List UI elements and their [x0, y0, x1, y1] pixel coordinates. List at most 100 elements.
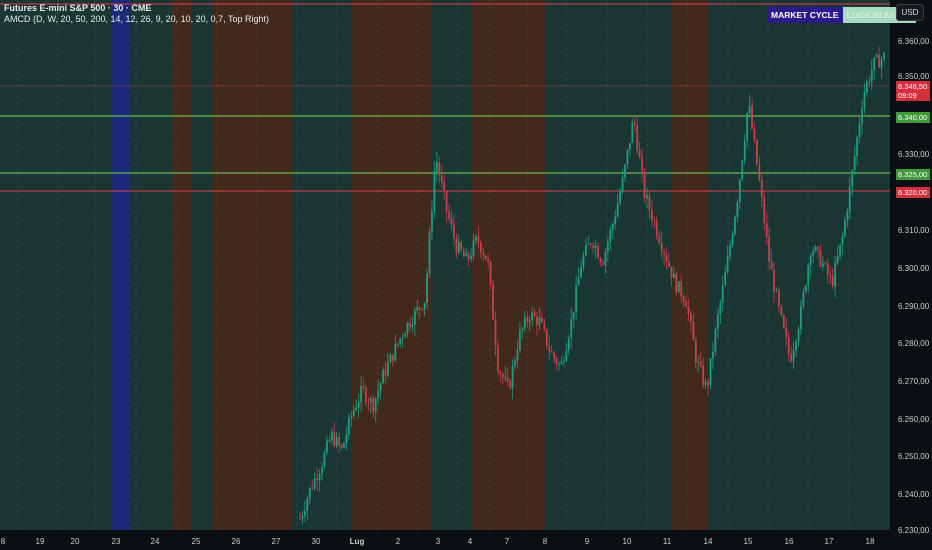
candle-body — [778, 290, 780, 306]
candle-body — [582, 255, 585, 268]
candle-body — [729, 245, 731, 257]
candle-body — [494, 319, 497, 346]
candle-body — [709, 358, 712, 385]
candle-body — [726, 256, 729, 273]
candle-body — [355, 407, 358, 410]
candle-body — [311, 487, 314, 489]
candle-body — [404, 333, 406, 338]
price-label: 6.310,00 — [898, 226, 930, 235]
date-label: 17 — [824, 537, 834, 546]
price-label: 6.350,00 — [898, 72, 930, 81]
candle-body — [863, 92, 866, 109]
candle-body — [714, 329, 717, 352]
candle-body — [431, 210, 433, 233]
candle-body — [421, 309, 424, 310]
date-label: 20 — [70, 537, 80, 546]
candle-body — [616, 203, 619, 217]
level-tag-support-1: 6.340,00 — [896, 112, 930, 123]
candle-body — [878, 54, 881, 68]
candle-body — [443, 182, 446, 192]
candle-body — [413, 310, 416, 326]
candle-body — [453, 224, 455, 238]
candle-body — [611, 224, 614, 230]
candle-body — [865, 81, 868, 93]
price-chart[interactable] — [0, 0, 932, 550]
candle-body — [836, 256, 839, 264]
candle-body — [545, 328, 548, 346]
candle-body — [697, 361, 700, 363]
candle-body — [839, 244, 841, 257]
currency-button[interactable]: USD — [896, 4, 924, 21]
price-label: 6.240,00 — [898, 490, 930, 499]
candle-body — [883, 52, 885, 60]
candle-body — [308, 487, 311, 499]
candle-body — [521, 328, 524, 331]
candle-body — [345, 434, 348, 444]
candle-body — [313, 478, 316, 489]
candle-body — [543, 322, 546, 329]
candle-body — [804, 285, 807, 292]
candle-body — [318, 474, 321, 481]
candle-body — [445, 191, 448, 212]
candle-body — [756, 140, 758, 165]
candle-body — [475, 236, 477, 241]
candle-body — [765, 223, 768, 237]
candle-body — [499, 372, 502, 375]
candle-body — [792, 350, 795, 362]
candle-body — [299, 518, 301, 520]
date-label: 18 — [865, 537, 875, 546]
candle-body — [604, 251, 607, 266]
candle-body — [870, 70, 873, 82]
level-tag-support-2: 6.325,00 — [896, 169, 930, 180]
candle-body — [580, 267, 582, 278]
candle-body — [655, 221, 658, 236]
price-label: 6.290,00 — [898, 302, 930, 311]
regime-band — [172, 0, 192, 530]
candle-body — [519, 330, 521, 350]
candle-body — [489, 261, 492, 285]
candle-body — [663, 251, 665, 255]
level-tag-resistance: 6.320,00 — [896, 187, 930, 198]
candle-body — [572, 312, 575, 319]
candle-body — [812, 251, 815, 256]
candle-body — [712, 351, 714, 359]
candle-body — [450, 218, 453, 225]
symbol-title[interactable]: Futures E-mini S&P 500 · 30 · CME — [4, 3, 269, 14]
regime-band — [352, 0, 432, 530]
candle-body — [606, 242, 609, 252]
candle-body — [516, 349, 519, 361]
regime-band — [472, 0, 545, 530]
candle-body — [846, 210, 849, 221]
candle-body — [738, 179, 741, 203]
candle-body — [433, 171, 436, 211]
candle-body — [394, 343, 397, 361]
candle-body — [746, 113, 749, 141]
candle-body — [438, 162, 441, 176]
candle-body — [362, 386, 365, 388]
candle-body — [560, 361, 563, 364]
candle-body — [562, 360, 565, 362]
price-label: 6.230,00 — [898, 526, 930, 535]
candle-body — [467, 253, 470, 260]
candle-body — [624, 164, 626, 177]
indicator-legend[interactable]: AMCD (D, W, 20, 50, 200, 14, 12, 26, 9, … — [4, 14, 269, 25]
candle-body — [851, 170, 854, 187]
chart-window[interactable]: Futures E-mini S&P 500 · 30 · CME AMCD (… — [0, 0, 932, 550]
date-label: 24 — [150, 537, 160, 546]
date-label: 15 — [743, 537, 753, 546]
candle-body — [384, 369, 387, 376]
candle-body — [807, 265, 810, 286]
candle-body — [418, 307, 421, 310]
candle-body — [533, 312, 536, 317]
candle-body — [536, 316, 538, 326]
candle-body — [707, 382, 709, 385]
date-label: 19 — [35, 537, 45, 546]
candle-body — [575, 285, 578, 313]
candle-body — [306, 498, 309, 511]
date-label: 30 — [311, 537, 321, 546]
candle-body — [553, 352, 556, 359]
regime-band — [192, 0, 212, 530]
date-label: 10 — [622, 537, 632, 546]
candle-body — [506, 376, 509, 382]
candle-body — [589, 243, 592, 246]
